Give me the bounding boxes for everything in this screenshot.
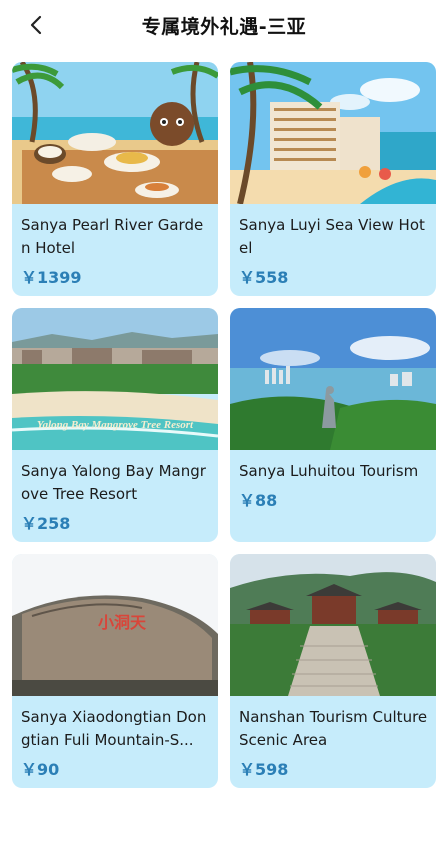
hotel-name: Sanya Luhuitou Tourism [239,462,419,480]
hotel-name: Sanya Luyi Sea View Hotel [239,216,425,257]
page-title: 专属境外礼遇-三亚 [141,15,307,38]
rock-inscription: 小洞天 [98,613,147,632]
hotel-price: ￥558 [239,268,289,287]
hotel-name: Sanya Xiaodongtian Dongtian Fuli Mountai… [21,708,207,749]
hotel-price: ￥598 [239,760,289,779]
hotel-card-xiaodongtian[interactable]: 小洞天 Sanya Xiaodongtian Dongtian Fuli Mou… [12,554,218,788]
hotel-image [230,308,436,450]
hotel-image: 小洞天 [12,554,218,696]
destination-grid: Sanya Pearl River Garden Hotel ￥1399 San… [12,62,436,800]
hotel-image: Yalong Bay Mangrove Tree Resort [12,308,218,450]
hotel-name: Nanshan Tourism Culture Scenic Area [239,708,428,749]
hotel-image [230,554,436,696]
back-arrow-icon[interactable] [26,14,48,36]
hotel-card-nanshan[interactable]: Nanshan Tourism Culture Scenic Area ￥598 [230,554,436,788]
hotel-name: Sanya Pearl River Garden Hotel [21,216,204,257]
hotel-image [230,62,436,204]
hotel-card-luyi[interactable]: Sanya Luyi Sea View Hotel ￥558 [230,62,436,296]
header-bar: 专属境外礼遇-三亚 [0,0,448,50]
image-caption: Yalong Bay Mangrove Tree Resort [37,419,194,431]
hotel-price: ￥1399 [21,268,82,287]
hotel-price: ￥90 [21,760,60,779]
hotel-card-luhuitou[interactable]: Sanya Luhuitou Tourism ￥88 [230,308,436,542]
hotel-card-pearl-river[interactable]: Sanya Pearl River Garden Hotel ￥1399 [12,62,218,296]
hotel-image [12,62,218,204]
hotel-card-yalong-bay[interactable]: Yalong Bay Mangrove Tree Resort Sanya Ya… [12,308,218,542]
hotel-price: ￥258 [21,514,71,533]
hotel-price: ￥88 [239,491,278,510]
hotel-name: Sanya Yalong Bay Mangrove Tree Resort [21,462,206,503]
